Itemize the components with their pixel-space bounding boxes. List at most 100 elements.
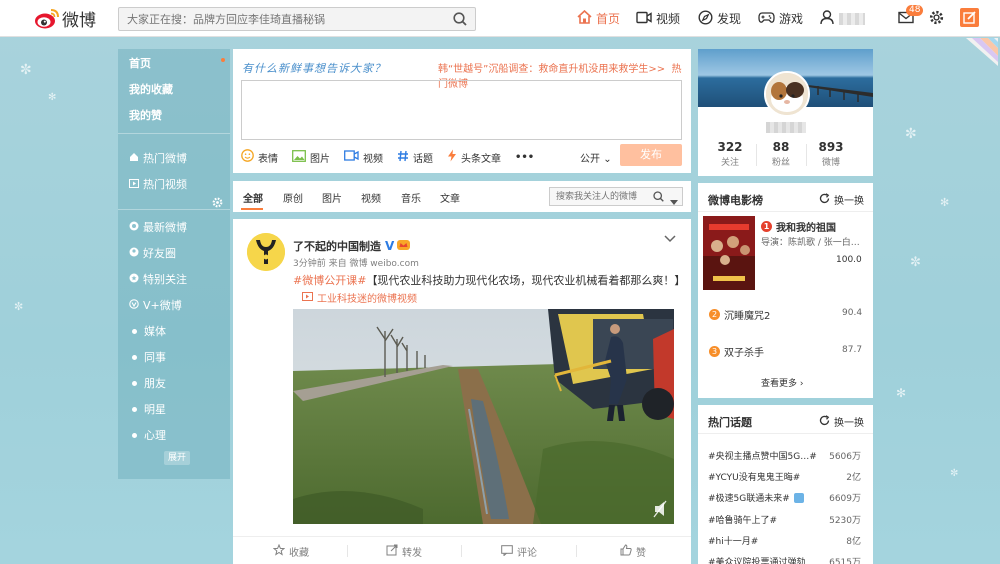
tab-original[interactable]: 原创 <box>283 190 303 205</box>
nav-discover[interactable]: 发现 <box>698 0 741 37</box>
sidebar-item-group[interactable]: 心理 <box>129 427 166 443</box>
nav-games[interactable]: 游戏 <box>758 0 803 37</box>
comment-button[interactable]: 评论 <box>501 544 537 559</box>
repost-button[interactable]: 转发 <box>386 544 422 559</box>
skin-corner-icon[interactable] <box>966 38 998 69</box>
friends-icon <box>129 247 139 260</box>
topic-item[interactable]: #哈鲁骑午上了# <box>708 513 777 526</box>
profile-username-blurred[interactable] <box>766 122 806 133</box>
more-icon: ••• <box>515 151 535 163</box>
article-button[interactable]: 头条文章 <box>447 149 501 165</box>
author-avatar[interactable] <box>247 233 285 271</box>
bullet-dot <box>132 354 137 360</box>
post-body: 【现代农业科技助力现代化农场，现代农业机械看着都那么爽！】 <box>366 274 686 287</box>
dropdown-triangle-icon[interactable] <box>670 194 678 208</box>
action-divider <box>576 545 577 557</box>
follow-search-input[interactable] <box>550 188 645 206</box>
action-label: 赞 <box>636 548 646 559</box>
sidebar-item-group[interactable]: 朋友 <box>129 375 166 391</box>
sidebar-item-label: 最新微博 <box>143 221 187 234</box>
tab-videos[interactable]: 视频 <box>361 190 381 205</box>
nav-video[interactable]: 视频 <box>636 0 680 37</box>
action-divider <box>461 545 462 557</box>
sidebar-expand-button[interactable]: 展开 <box>164 451 190 465</box>
topic-item[interactable]: #央视主播点赞中国5G…# <box>708 449 817 462</box>
sidebar-item-friends-circle[interactable]: 好友圈 <box>129 245 176 261</box>
sidebar-item-group[interactable]: 媒体 <box>129 323 166 339</box>
stat-following[interactable]: 322 关注 <box>705 140 755 168</box>
visibility-select[interactable]: 公开 ⌄ <box>580 150 612 165</box>
tab-pictures[interactable]: 图片 <box>322 190 342 205</box>
action-label: 评论 <box>517 548 537 559</box>
publish-button[interactable]: 发布 <box>620 144 682 166</box>
post-topic-tag[interactable]: #微博公开课# <box>293 274 366 287</box>
author-name[interactable]: 了不起的中国制造 V <box>293 238 411 254</box>
movie-item-3[interactable]: 3 双子杀手 <box>709 344 764 359</box>
movie-score: 87.7 <box>842 345 863 355</box>
movie-item-1[interactable]: 1 我和我的祖国 <box>761 219 836 234</box>
topic-button[interactable]: 话题 <box>397 150 433 165</box>
emoji-button[interactable]: 表情 <box>241 149 278 165</box>
sidebar-item-group[interactable]: 明星 <box>129 401 166 417</box>
topic-count: 5230万 <box>829 516 861 526</box>
sidebar-item-home[interactable]: 首页 <box>129 55 151 71</box>
sidebar-item-vplus[interactable]: V+微博 <box>129 297 182 313</box>
card-divider <box>698 211 873 212</box>
stat-weibo[interactable]: 893 微博 <box>806 140 856 168</box>
post-video-player[interactable] <box>293 309 674 524</box>
global-search-input[interactable] <box>119 8 439 30</box>
sidebar-item-hot-weibo[interactable]: 热门微博 <box>129 150 187 166</box>
more-tools-button[interactable]: ••• <box>515 152 534 163</box>
stat-followers[interactable]: 88 粉丝 <box>756 140 806 168</box>
topic-count: 5606万 <box>829 452 861 462</box>
tab-articles[interactable]: 文章 <box>440 190 460 205</box>
movie-refresh-button[interactable]: 换一换 <box>819 192 864 207</box>
topics-refresh-button[interactable]: 换一换 <box>819 414 864 429</box>
compose-icon <box>960 7 979 30</box>
publisher-prompt: 有什么新鲜事想告诉大家？ <box>242 62 386 75</box>
search-icon[interactable] <box>453 12 467 29</box>
user-icon <box>820 9 834 28</box>
tab-music[interactable]: 音乐 <box>401 190 421 205</box>
video-source-link[interactable]: 工业科技迷的微博视频 <box>302 290 417 305</box>
like-button[interactable]: 赞 <box>620 544 646 559</box>
image-button[interactable]: 图片 <box>292 149 330 165</box>
author-name-text: 了不起的中国制造 <box>293 240 381 253</box>
sidebar-item-latest[interactable]: 最新微博 <box>129 219 187 235</box>
sidebar-item-favorites[interactable]: 我的收藏 <box>129 81 173 97</box>
topic-count: 6609万 <box>829 494 861 504</box>
weibo-logo[interactable]: 微博 <box>34 6 96 31</box>
sidebar-item-likes[interactable]: 我的赞 <box>129 107 162 123</box>
publisher-card: 有什么新鲜事想告诉大家？ 韩“世越号”沉船调查：救命直升机没用来救学生>> 热门… <box>233 49 691 173</box>
sidebar-item-label: 特别关注 <box>143 273 187 286</box>
nav-profile[interactable] <box>820 0 865 37</box>
nav-settings[interactable] <box>929 0 944 37</box>
movie-poster[interactable] <box>703 216 755 290</box>
nav-home[interactable]: 首页 <box>577 0 620 37</box>
topic-item[interactable]: #YCYU没有鬼鬼王晦# <box>708 470 800 483</box>
stat-value: 322 <box>717 140 743 154</box>
bullet-dot <box>132 328 137 334</box>
topic-item[interactable]: #hi十一月# <box>708 534 758 547</box>
favorite-button[interactable]: 收藏 <box>272 543 309 559</box>
post-menu-chevron-icon[interactable] <box>664 232 676 246</box>
movie-item-2[interactable]: 2 沉睡魔咒2 <box>709 307 770 322</box>
topic-item[interactable]: #极速5G联通未来# <box>708 491 804 504</box>
sidebar-item-group[interactable]: 同事 <box>129 349 166 365</box>
tool-label: 表情 <box>258 153 278 165</box>
topic-item[interactable]: #美众议院投票通过弹劾 <box>708 555 806 564</box>
tab-all[interactable]: 全部 <box>243 190 263 205</box>
publisher-textarea[interactable] <box>241 80 682 140</box>
sidebar-item-special-follow[interactable]: 特别关注 <box>129 271 187 287</box>
search-icon[interactable] <box>653 191 664 205</box>
movie-name: 我和我的祖国 <box>776 223 836 234</box>
topic-name: #哈鲁骑午上了# <box>708 516 778 526</box>
sidebar-item-label: 媒体 <box>144 325 166 338</box>
dandelion-decoration: ✼ <box>905 126 917 142</box>
sidebar-item-hot-video[interactable]: 热门视频 <box>129 176 187 192</box>
see-more-link[interactable]: 查看更多 › <box>761 376 803 389</box>
profile-avatar[interactable] <box>764 71 810 117</box>
video-button[interactable]: 视频 <box>344 150 383 165</box>
picture-icon <box>292 149 306 165</box>
nav-write[interactable] <box>960 0 979 37</box>
